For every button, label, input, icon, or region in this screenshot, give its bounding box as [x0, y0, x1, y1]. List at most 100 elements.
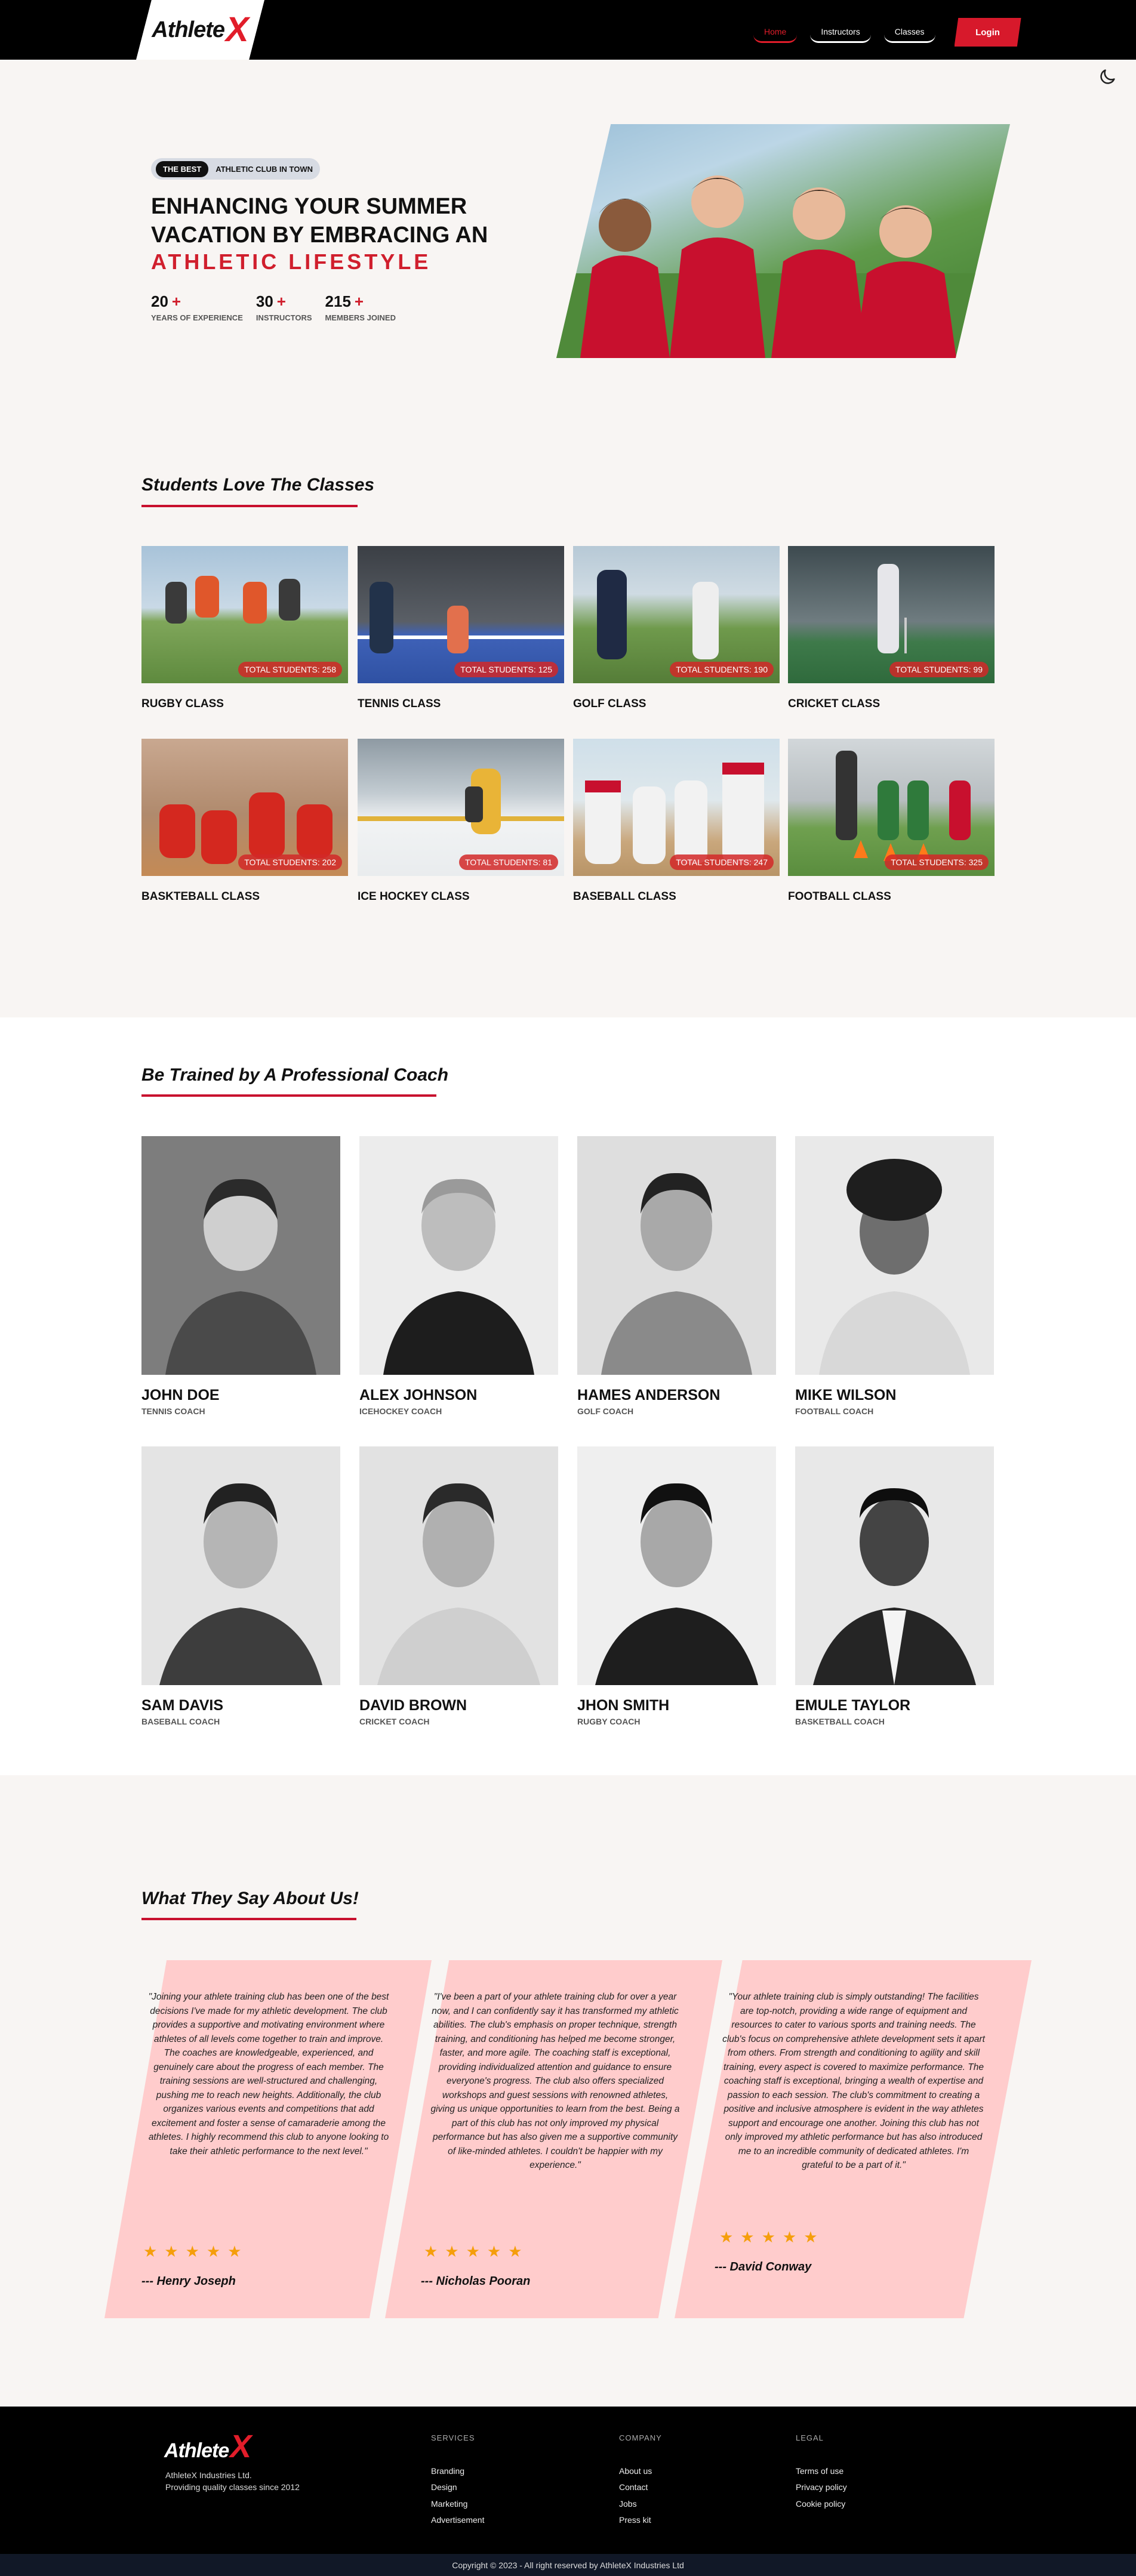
coach-card[interactable]: ALEX JOHNSON ICEHOCKEY COACH: [359, 1136, 558, 1416]
stat-number: 215: [325, 292, 351, 310]
stat-instructors: 30 + INSTRUCTORS: [256, 292, 312, 322]
coach-role: TENNIS COACH: [141, 1406, 205, 1416]
hero-title: ENHANCING YOUR SUMMER VACATION BY EMBRAC…: [151, 192, 509, 249]
stat-plus: +: [354, 292, 364, 310]
moon-icon[interactable]: [1097, 67, 1117, 87]
footer-col-title: LEGAL: [796, 2433, 824, 2442]
coach-role: BASKETBALL COACH: [795, 1717, 885, 1726]
coach-photo: [795, 1136, 994, 1375]
class-card-baseball[interactable]: TOTAL STUDENTS: 247 BASEBALL CLASS: [573, 739, 780, 903]
class-name: RUGBY CLASS: [141, 698, 224, 710]
class-card-basketball[interactable]: TOTAL STUDENTS: 202 BASKTEBALL CLASS: [141, 739, 348, 903]
coach-name: HAMES ANDERSON: [577, 1387, 721, 1403]
footer: Athlete X AthleteX Industries Ltd. Provid…: [0, 2407, 1136, 2554]
coach-card[interactable]: DAVID BROWN CRICKET COACH: [359, 1446, 558, 1726]
login-button[interactable]: Login: [954, 18, 1021, 47]
testimonial-author: --- Henry Joseph: [141, 2275, 236, 2288]
footer-tagline: Providing quality classes since 2012: [165, 2482, 300, 2492]
top-navbar: Athlete X Home Instructors Classes Login: [0, 0, 1136, 60]
class-card-ice-hockey[interactable]: TOTAL STUDENTS: 81 ICE HOCKEY CLASS: [358, 739, 564, 903]
class-name: ICE HOCKEY CLASS: [358, 890, 470, 903]
class-name: BASKTEBALL CLASS: [141, 890, 260, 903]
coach-name: ALEX JOHNSON: [359, 1387, 478, 1403]
total-students-badge: TOTAL STUDENTS: 125: [454, 662, 558, 677]
hero-title-line2: VACATION BY EMBRACING AN: [151, 223, 488, 248]
rating-stars: ★★★★★: [424, 2242, 529, 2260]
coach-photo: [141, 1136, 340, 1375]
class-name: CRICKET CLASS: [788, 698, 881, 710]
coach-name: DAVID BROWN: [359, 1697, 467, 1714]
footer-link[interactable]: Advertisement: [431, 2515, 484, 2525]
coach-role: RUGBY COACH: [577, 1717, 641, 1726]
nav-link-classes[interactable]: Classes: [883, 22, 935, 43]
nav-link-home[interactable]: Home: [753, 22, 798, 43]
class-image: TOTAL STUDENTS: 190: [573, 546, 780, 683]
stat-label: MEMBERS JOINED: [325, 313, 396, 322]
coach-photo: [359, 1446, 558, 1685]
total-students-badge: TOTAL STUDENTS: 202: [238, 854, 342, 870]
class-card-cricket[interactable]: TOTAL STUDENTS: 99 CRICKET CLASS: [788, 546, 995, 711]
footer-link[interactable]: Marketing: [431, 2499, 467, 2509]
coach-card[interactable]: JOHN DOE TENNIS COACH: [141, 1136, 340, 1416]
coaches-section-title: Be Trained by A Professional Coach: [141, 1065, 449, 1085]
coach-role: BASEBALL COACH: [141, 1717, 220, 1726]
footer-logo-x: X: [230, 2429, 252, 2464]
coach-role: ICEHOCKEY COACH: [359, 1406, 442, 1416]
testimonial-quote: "Joining your athlete training club has …: [148, 1992, 389, 2157]
total-students-badge: TOTAL STUDENTS: 99: [889, 662, 989, 677]
class-card-football[interactable]: TOTAL STUDENTS: 325 FOOTBALL CLASS: [788, 739, 995, 903]
footer-link[interactable]: Jobs: [619, 2499, 637, 2509]
coach-name: SAM DAVIS: [141, 1697, 224, 1714]
footer-col-title: COMPANY: [619, 2433, 662, 2442]
coach-role: FOOTBALL COACH: [795, 1406, 874, 1416]
stat-plus: +: [276, 292, 286, 310]
footer-link[interactable]: About us: [619, 2466, 652, 2476]
footer-link[interactable]: Design: [431, 2482, 457, 2492]
footer-link[interactable]: Contact: [619, 2482, 648, 2492]
class-image: TOTAL STUDENTS: 202: [141, 739, 348, 876]
class-image: TOTAL STUDENTS: 81: [358, 739, 564, 876]
footer-logo-text: Athlete: [164, 2439, 229, 2462]
testimonial-author: --- Nicholas Pooran: [421, 2275, 531, 2288]
hero-title-line1: ENHANCING YOUR SUMMER: [151, 194, 467, 219]
nav-link-instructors[interactable]: Instructors: [810, 22, 871, 43]
total-students-badge: TOTAL STUDENTS: 258: [238, 662, 342, 677]
coach-card[interactable]: EMULE TAYLOR BASKETBALL COACH: [795, 1446, 994, 1726]
coach-card[interactable]: MIKE WILSON FOOTBALL COACH: [795, 1136, 994, 1416]
coach-card[interactable]: HAMES ANDERSON GOLF COACH: [577, 1136, 776, 1416]
coach-card[interactable]: SAM DAVIS BASEBALL COACH: [141, 1446, 340, 1726]
class-image: TOTAL STUDENTS: 247: [573, 739, 780, 876]
class-card-rugby[interactable]: TOTAL STUDENTS: 258 RUGBY CLASS: [141, 546, 348, 711]
footer-link[interactable]: Cookie policy: [796, 2499, 845, 2509]
copyright-bar: Copyright © 2023 - All right reserved by…: [0, 2554, 1136, 2576]
classes-title-underline: [141, 505, 358, 507]
footer-link[interactable]: Branding: [431, 2466, 464, 2476]
footer-logo[interactable]: Athlete X: [164, 2430, 251, 2463]
coach-card[interactable]: JHON SMITH RUGBY COACH: [577, 1446, 776, 1726]
footer-link[interactable]: Privacy policy: [796, 2482, 847, 2492]
footer-col-title: SERVICES: [431, 2433, 475, 2442]
coach-photo: [577, 1446, 776, 1685]
rating-stars: ★★★★★: [143, 2242, 249, 2260]
class-name: TENNIS CLASS: [358, 698, 441, 710]
class-card-tennis[interactable]: TOTAL STUDENTS: 125 TENNIS CLASS: [358, 546, 564, 711]
total-students-badge: TOTAL STUDENTS: 325: [885, 854, 989, 870]
logo-x: X: [226, 10, 249, 49]
testimonial-quote: "Your athlete training club is simply ou…: [722, 1992, 985, 2170]
footer-link[interactable]: Press kit: [619, 2515, 651, 2525]
class-name: FOOTBALL CLASS: [788, 890, 891, 903]
class-image: TOTAL STUDENTS: 99: [788, 546, 995, 683]
class-card-golf[interactable]: TOTAL STUDENTS: 190 GOLF CLASS: [573, 546, 780, 711]
total-students-badge: TOTAL STUDENTS: 81: [459, 854, 558, 870]
stat-number: 30: [255, 292, 273, 310]
hero-team-photo: [556, 124, 1010, 358]
footer-link[interactable]: Terms of use: [796, 2466, 843, 2476]
total-students-badge: TOTAL STUDENTS: 247: [670, 854, 774, 870]
testimonials-section-title: What They Say About Us!: [141, 1889, 359, 1908]
logo[interactable]: Athlete X: [136, 0, 264, 60]
coach-name: EMULE TAYLOR: [795, 1697, 911, 1714]
coach-photo: [141, 1446, 340, 1685]
stat-members: 215 + MEMBERS JOINED: [325, 292, 396, 322]
logo-text: Athlete: [152, 17, 225, 42]
coach-photo: [795, 1446, 994, 1685]
